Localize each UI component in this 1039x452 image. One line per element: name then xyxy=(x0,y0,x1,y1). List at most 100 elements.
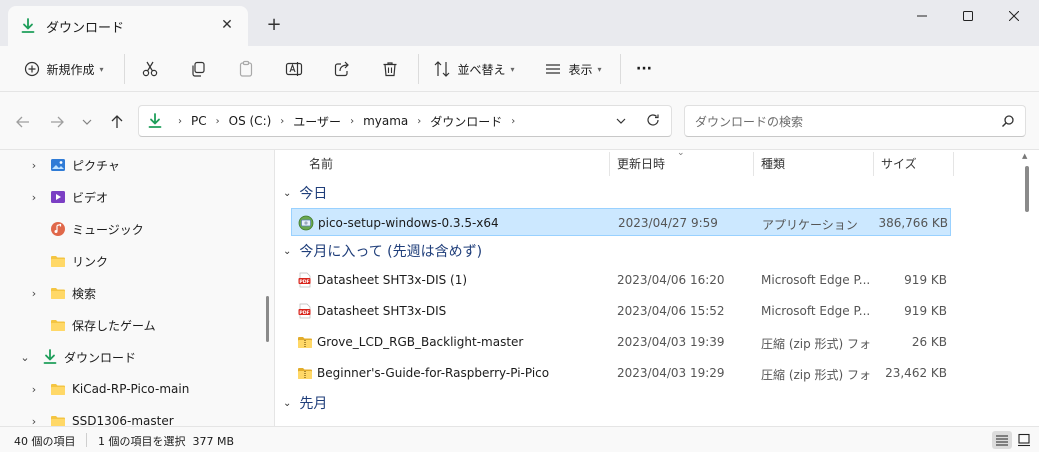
title-bar: ダウンロード ✕ + xyxy=(0,0,1039,46)
file-type: Microsoft Edge P... xyxy=(761,304,871,318)
column-header-name[interactable]: 名前 xyxy=(309,150,333,176)
sort-button-label: 並べ替え xyxy=(457,62,506,77)
file-row[interactable]: PDF Datasheet SHT3x-DIS 2023/04/06 15:52… xyxy=(291,297,951,325)
file-type: 圧縮 (zip 形式) フォ... xyxy=(761,368,871,382)
more-options-button[interactable]: ··· xyxy=(630,54,658,84)
nav-item-saved-games[interactable]: 保存したゲーム xyxy=(0,310,258,340)
group-header-this-month[interactable]: ⌄ 今月に入って (先週は含めず) xyxy=(283,239,482,263)
tab-downloads[interactable]: ダウンロード ✕ xyxy=(8,6,248,46)
scroll-up-arrow-icon[interactable]: ▲ xyxy=(1022,152,1027,160)
sort-button[interactable]: 並べ替え ▾ xyxy=(428,54,520,84)
close-window-button[interactable] xyxy=(991,0,1037,32)
back-button[interactable] xyxy=(10,110,36,134)
music-icon xyxy=(51,222,65,236)
chevron-down-icon: ▾ xyxy=(99,64,104,74)
pdf-icon: PDF xyxy=(298,272,311,288)
paste-icon xyxy=(239,60,253,77)
chevron-right-icon[interactable]: › xyxy=(27,159,41,172)
tab-title: ダウンロード xyxy=(46,20,125,36)
pdf-icon: PDF xyxy=(298,303,311,319)
nav-item-ssd1306-folder[interactable]: › SSD1306-master xyxy=(0,406,258,426)
chevron-right-icon[interactable]: › xyxy=(27,287,41,300)
chevron-right-icon: › xyxy=(417,115,422,127)
download-icon xyxy=(148,113,162,128)
new-button[interactable]: 新規作成 ▾ xyxy=(14,54,114,84)
group-header-last-month[interactable]: ⌄ 先月 xyxy=(283,391,327,415)
column-divider[interactable] xyxy=(873,152,874,176)
file-type: Microsoft Edge P... xyxy=(761,273,871,287)
column-divider[interactable] xyxy=(609,152,610,176)
chevron-right-icon: › xyxy=(350,115,355,127)
breadcrumb-users[interactable]: ユーザー xyxy=(293,113,341,130)
maximize-icon xyxy=(963,11,973,21)
forward-button[interactable] xyxy=(44,110,70,134)
breadcrumb-pc[interactable]: PC xyxy=(191,114,207,128)
chevron-right-icon[interactable]: › xyxy=(27,383,41,396)
recent-locations-button[interactable] xyxy=(74,110,100,134)
address-bar[interactable]: › PC › OS (C:) › ユーザー › myama › ダウンロード › xyxy=(138,105,672,137)
file-row[interactable]: Beginner's-Guide-for-Raspberry-Pi-Pico 2… xyxy=(291,359,951,387)
nav-item-kicad-folder[interactable]: › KiCad-RP-Pico-main xyxy=(0,374,258,404)
toolbar-divider xyxy=(620,54,621,84)
file-row-selected[interactable]: pico-setup-windows-0.3.5-x64 2023/04/27 … xyxy=(291,208,951,236)
thumbnail-view-button[interactable] xyxy=(1014,431,1034,449)
file-row[interactable]: Grove_LCD_RGB_Backlight-master 2023/04/0… xyxy=(291,328,951,356)
view-button-label: 表示 xyxy=(568,62,593,77)
breadcrumb-drive[interactable]: OS (C:) xyxy=(229,114,272,128)
search-icon[interactable] xyxy=(1001,114,1015,131)
file-list-scrollbar[interactable] xyxy=(1025,166,1029,212)
view-button[interactable]: 表示 ▾ xyxy=(536,54,610,84)
cut-button[interactable] xyxy=(136,54,164,84)
nav-item-label: 検索 xyxy=(72,286,97,301)
minimize-button[interactable] xyxy=(899,0,945,32)
nav-item-videos[interactable]: › ビデオ xyxy=(0,182,258,212)
refresh-button[interactable] xyxy=(645,112,661,131)
chevron-right-icon[interactable]: › xyxy=(27,191,41,204)
delete-button[interactable] xyxy=(376,54,404,84)
new-tab-button[interactable]: + xyxy=(262,12,286,36)
breadcrumb-downloads[interactable]: ダウンロード xyxy=(430,113,502,130)
column-divider[interactable] xyxy=(953,152,954,176)
tab-close-button[interactable]: ✕ xyxy=(218,16,236,34)
share-button[interactable] xyxy=(328,54,356,84)
refresh-icon xyxy=(647,114,659,126)
nav-scrollbar[interactable] xyxy=(266,296,269,342)
nav-item-music[interactable]: ミュージック xyxy=(0,214,258,244)
close-icon xyxy=(1009,11,1019,21)
nav-item-links[interactable]: リンク xyxy=(0,246,258,276)
search-input[interactable]: ダウンロードの検索 xyxy=(684,105,1026,137)
column-header-size[interactable]: サイズ xyxy=(881,150,917,176)
file-name: Beginner's-Guide-for-Raspberry-Pi-Pico xyxy=(317,366,550,380)
breadcrumb-user[interactable]: myama xyxy=(363,114,408,128)
file-name: Datasheet SHT3x-DIS (1) xyxy=(317,273,468,287)
nav-item-label: SSD1306-master xyxy=(72,414,174,426)
sort-icon xyxy=(435,61,450,77)
chevron-down-icon[interactable]: ⌄ xyxy=(18,351,32,364)
folder-icon xyxy=(51,416,65,426)
chevron-right-icon[interactable]: › xyxy=(27,415,41,427)
group-header-today[interactable]: ⌄ 今日 xyxy=(283,181,327,205)
navigation-pane: › ピクチャ › ビデオ ミュージック リンク › 検索 保存したゲーム ⌄ ダ… xyxy=(0,150,274,426)
file-date: 2023/04/27 9:59 xyxy=(618,216,718,230)
maximize-button[interactable] xyxy=(945,0,991,32)
folder-icon xyxy=(51,320,65,331)
chevron-down-icon: ▾ xyxy=(597,64,602,74)
nav-item-label: ビデオ xyxy=(72,190,109,205)
nav-item-searches[interactable]: › 検索 xyxy=(0,278,258,308)
item-count: 40 個の項目 xyxy=(14,435,76,448)
column-header-type[interactable]: 種類 xyxy=(761,150,785,176)
file-size: 919 KB xyxy=(904,304,947,318)
chevron-down-icon: ⌄ xyxy=(283,397,292,409)
nav-item-downloads[interactable]: ⌄ ダウンロード xyxy=(0,342,258,372)
up-button[interactable] xyxy=(104,110,130,134)
chevron-down-icon: ⌄ xyxy=(283,245,292,257)
details-view-button[interactable] xyxy=(992,431,1012,449)
column-divider[interactable] xyxy=(753,152,754,176)
column-header-date[interactable]: 更新日時 xyxy=(617,150,665,176)
rename-button[interactable] xyxy=(280,54,308,84)
nav-item-pictures[interactable]: › ピクチャ xyxy=(0,150,258,180)
copy-button[interactable] xyxy=(184,54,212,84)
paste-button[interactable] xyxy=(232,54,260,84)
address-history-button[interactable] xyxy=(615,115,627,130)
file-row[interactable]: PDF Datasheet SHT3x-DIS (1) 2023/04/06 1… xyxy=(291,266,951,294)
